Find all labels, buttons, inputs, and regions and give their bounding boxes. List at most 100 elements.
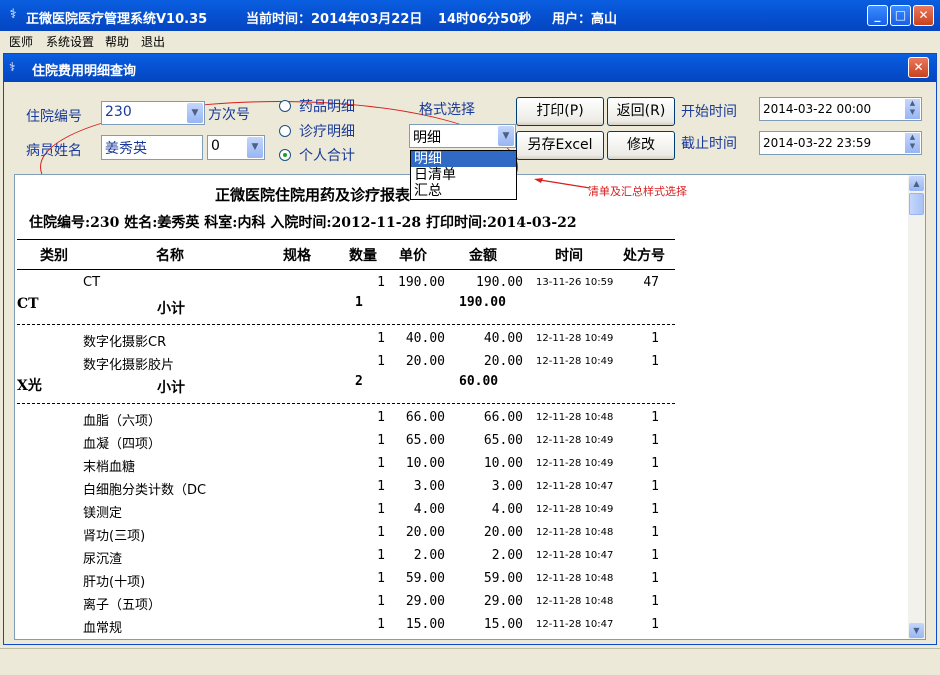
format-combo[interactable]: 明细 ▼ [409, 124, 516, 148]
visit-label: 方次号 [208, 107, 250, 123]
row-price: 20.00 [405, 354, 445, 369]
current-user: 用户：高山 [552, 12, 618, 27]
spin-arrows-icon[interactable]: ▲ ▼ [905, 99, 920, 119]
radio-personal-total[interactable]: 个人合计 [279, 145, 355, 165]
row-rx: 1 [651, 410, 659, 425]
row-price: 40.00 [405, 331, 445, 346]
child-window-icon: ⚕ [9, 60, 16, 74]
start-time-value: 2014-03-22 00:00 [763, 102, 872, 116]
spin-arrows-icon[interactable]: ▲ ▼ [905, 133, 920, 153]
row-time: 12-11-28 10:49 [536, 356, 614, 367]
row-qty: 1 [377, 331, 385, 346]
col-header-name: 名称 [156, 248, 184, 264]
chevron-down-icon[interactable]: ▼ [498, 126, 514, 146]
row-time: 12-11-28 10:48 [536, 573, 614, 584]
row-qty: 1 [377, 548, 385, 563]
row-name: 数字化摄影CR [83, 335, 167, 350]
menu-doctor[interactable]: 医师 [9, 33, 33, 50]
menu-help[interactable]: 帮助 [105, 33, 129, 50]
row-time: 12-11-28 10:47 [536, 481, 614, 492]
row-amount: 66.00 [483, 410, 523, 425]
system-name: 正微医院医疗管理系统V10.35 [26, 12, 208, 27]
row-name: 血脂（六项） [83, 414, 162, 429]
radio-drug-detail[interactable]: 药品明细 [279, 96, 355, 116]
row-price: 20.00 [405, 525, 445, 540]
back-button[interactable]: 返回(R) [607, 97, 675, 126]
minimize-button[interactable]: _ [867, 5, 888, 26]
current-date: 当前时间：2014年03月22日 [246, 12, 423, 27]
inpatient-no-combo[interactable]: 230 ▼ [101, 101, 205, 125]
visit-value: 0 [211, 138, 220, 154]
scroll-up-icon[interactable]: ▲ [909, 176, 924, 191]
end-time-picker[interactable]: 2014-03-22 23:59 ▲ ▼ [759, 131, 922, 155]
row-price: 66.00 [405, 410, 445, 425]
start-time-picker[interactable]: 2014-03-22 00:00 ▲ ▼ [759, 97, 922, 121]
row-rx: 1 [651, 456, 659, 471]
start-time-label: 开始时间 [681, 104, 737, 120]
format-value: 明细 [413, 130, 441, 146]
chevron-down-icon[interactable]: ▼ [247, 137, 263, 158]
row-rx: 1 [651, 525, 659, 540]
subtotal-amount: 190.00 [459, 295, 506, 310]
row-price: 190.00 [398, 275, 445, 290]
visit-combo[interactable]: 0 ▼ [207, 135, 265, 160]
subtotal-label: 小计 [157, 301, 185, 317]
child-titlebar[interactable]: ⚕ 住院费用明细查询 ✕ [4, 54, 936, 82]
row-time: 12-11-28 10:48 [536, 412, 614, 423]
row-qty: 1 [377, 594, 385, 609]
scroll-thumb[interactable] [909, 193, 924, 215]
scroll-down-icon[interactable]: ▼ [909, 623, 924, 638]
report-title: 正微医院住院用药及诊疗报表 [215, 186, 411, 204]
subtotal-category: X光 [17, 378, 42, 394]
row-amount: 10.00 [483, 456, 523, 471]
row-qty: 1 [377, 433, 385, 448]
vertical-scrollbar[interactable]: ▲ ▼ [908, 175, 925, 639]
format-option-summary[interactable]: 汇总 [411, 183, 516, 199]
print-button[interactable]: 打印(P) [516, 97, 604, 126]
main-titlebar[interactable]: ⚕ 正微医院医疗管理系统V10.35 当前时间：2014年03月22日 14时0… [0, 0, 940, 31]
row-amount: 59.00 [483, 571, 523, 586]
row-rx: 1 [651, 571, 659, 586]
modify-button[interactable]: 修改 [607, 131, 675, 160]
row-rx: 1 [651, 502, 659, 517]
radio-checked-icon [279, 149, 291, 161]
format-option-daily[interactable]: 日清单 [411, 167, 516, 183]
close-button[interactable]: ✕ [913, 5, 934, 26]
header-bottom-rule [17, 269, 675, 270]
row-qty: 1 [377, 275, 385, 290]
child-close-button[interactable]: ✕ [908, 57, 929, 78]
minimize-icon: _ [874, 8, 881, 22]
patient-name-label: 病员姓名 [26, 143, 82, 159]
radio-treatment-detail[interactable]: 诊疗明细 [279, 121, 355, 141]
maximize-button[interactable]: □ [890, 5, 911, 26]
chevron-down-icon[interactable]: ▼ [187, 103, 203, 123]
row-time: 13-11-26 10:59 [536, 277, 614, 288]
row-time: 12-11-28 10:47 [536, 619, 614, 630]
row-qty: 1 [377, 525, 385, 540]
report-info: 住院编号:230 姓名:姜秀英 科室:内科 入院时间:2012-11-28 打印… [29, 215, 577, 231]
end-time-value: 2014-03-22 23:59 [763, 136, 872, 150]
row-qty: 1 [377, 410, 385, 425]
row-name: 白细胞分类计数（DC [83, 483, 207, 498]
row-name: 血凝（四项） [83, 437, 162, 452]
row-qty: 1 [377, 479, 385, 494]
radio-circle-icon [279, 125, 291, 137]
maximize-icon: □ [894, 8, 907, 22]
header-top-rule [17, 239, 675, 240]
save-excel-button[interactable]: 另存Excel [516, 131, 604, 160]
radio-drug-label: 药品明细 [299, 99, 355, 115]
subtotal-amount: 60.00 [459, 374, 499, 389]
row-name: 尿沉渣 [83, 552, 123, 567]
patient-name-input[interactable]: 姜秀英 [101, 135, 203, 160]
row-amount: 20.00 [483, 354, 523, 369]
row-time: 12-11-28 10:49 [536, 504, 614, 515]
row-amount: 190.00 [476, 275, 523, 290]
row-price: 15.00 [405, 617, 445, 632]
menu-settings[interactable]: 系统设置 [46, 33, 94, 50]
format-option-detail[interactable]: 明细 [411, 151, 516, 167]
annotation-text: 清单及汇总样式选择 [588, 185, 687, 198]
row-amount: 29.00 [483, 594, 523, 609]
report-viewer[interactable]: 正微医院住院用药及诊疗报表 住院编号:230 姓名:姜秀英 科室:内科 入院时间… [14, 174, 926, 640]
row-qty: 1 [377, 354, 385, 369]
menu-exit[interactable]: 退出 [141, 33, 165, 50]
